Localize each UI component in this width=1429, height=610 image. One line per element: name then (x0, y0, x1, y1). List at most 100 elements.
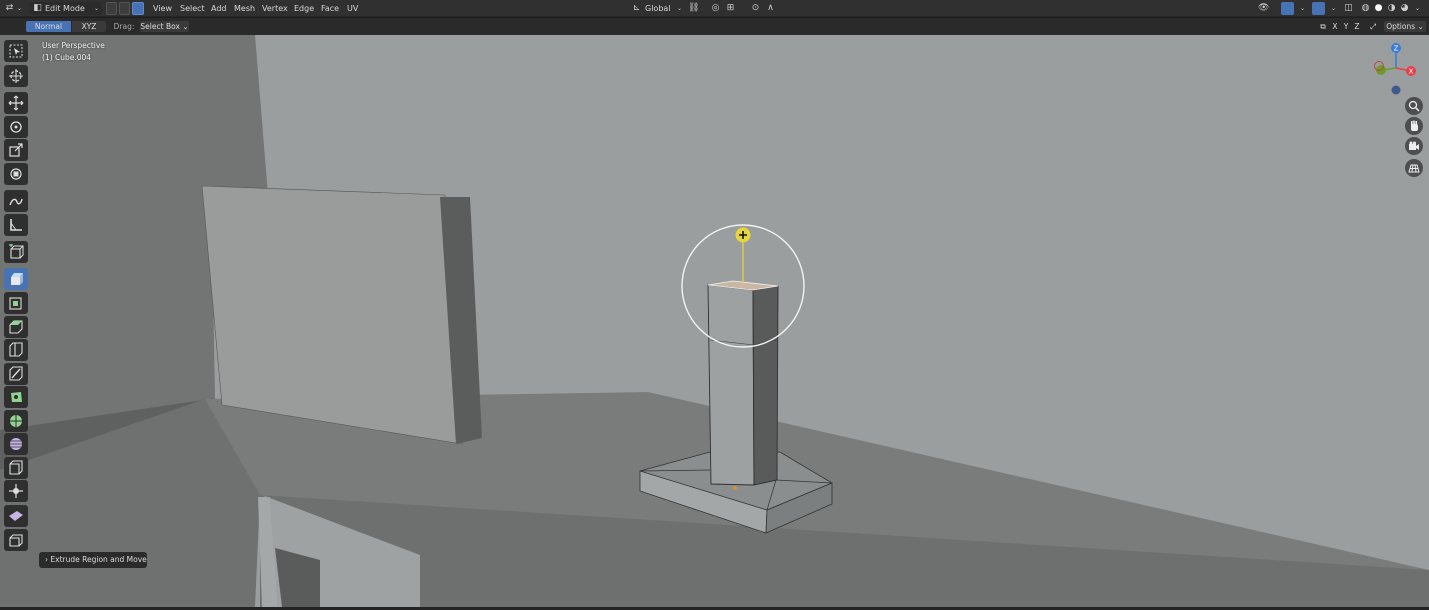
menu-view[interactable]: View (153, 0, 172, 17)
visibility-icon[interactable]: 👁 (1258, 3, 1269, 14)
menu-add[interactable]: Add (211, 0, 227, 17)
tool-settings-bar: Normal XYZ Drag: Select Box ⌄ ⧉ X Y Z ⤢ … (0, 18, 1429, 35)
chevron-down-icon: ⌄ (676, 5, 683, 12)
snap-target-icon[interactable]: ⊞ (725, 3, 736, 14)
hand-icon (1411, 120, 1418, 131)
falloff-icon[interactable]: ∧ (765, 3, 776, 14)
drag-value: Select Box (140, 22, 180, 31)
pivot-icon[interactable]: ⛓ (688, 3, 699, 14)
orientation-xyz-button[interactable]: XYZ (72, 21, 106, 32)
material-shading-icon[interactable]: ◑ (1386, 3, 1397, 14)
orientation-dropdown[interactable]: Global (645, 0, 671, 17)
scale-tool[interactable] (4, 139, 28, 161)
last-operator-panel[interactable]: › Extrude Region and Move (39, 552, 147, 568)
vertex-select-button[interactable] (106, 2, 117, 15)
origin-point (733, 486, 737, 490)
cursor-tool[interactable] (4, 65, 28, 87)
mirror-icon: ⧉ (1320, 22, 1326, 31)
select-box-tool[interactable] (4, 40, 28, 62)
mode-dropdown[interactable]: ◧ Edit Mode ⌄ (29, 2, 102, 15)
axis-y-toggle[interactable]: Y (1341, 21, 1351, 32)
smooth-tool[interactable] (4, 433, 28, 455)
column-side (752, 285, 779, 486)
extrude-region-tool[interactable] (4, 268, 28, 290)
chevron-down-icon: ⌄ (1299, 5, 1306, 12)
inset-icon (9, 297, 22, 310)
edit-mode-icon: ◧ (33, 3, 42, 13)
edge-slide-icon (9, 460, 23, 475)
rip-region-tool[interactable] (4, 529, 28, 551)
chevron-down-icon: ⌄ (1414, 5, 1421, 12)
add-cube-icon (9, 244, 24, 259)
overlay-toggle-button[interactable] (1312, 2, 1325, 15)
edge-select-button[interactable] (119, 2, 130, 15)
pan-button[interactable] (1405, 117, 1423, 135)
wireframe-shading-icon[interactable]: ◍ (1360, 3, 1371, 14)
view-name: User Perspective (42, 41, 105, 50)
poly-build-tool[interactable] (4, 386, 28, 408)
face-select-button[interactable] (132, 2, 144, 15)
move-icon (8, 95, 24, 111)
header-bar: ⇄ ⌄ ◧ Edit Mode ⌄ View Select Add Mesh V… (0, 0, 1429, 17)
gizmo-toggle-button[interactable] (1281, 2, 1294, 15)
spin-icon (10, 415, 22, 427)
object-name: (1) Cube.004 (42, 53, 92, 62)
chevron-down-icon: ⌄ (16, 5, 23, 12)
camera-view-button[interactable] (1405, 137, 1423, 155)
gizmo-z-label: Z (1394, 45, 1399, 53)
loop-cut-icon (9, 342, 23, 357)
orientation-icon: ⊾ (632, 3, 641, 13)
options-label: Options (1386, 22, 1416, 31)
loop-cut-tool[interactable] (4, 339, 28, 361)
menu-face[interactable]: Face (321, 0, 339, 17)
menu-mesh[interactable]: Mesh (234, 0, 255, 17)
drag-dropdown[interactable]: Select Box ⌄ (140, 21, 189, 32)
annotate-tool[interactable] (4, 190, 28, 212)
add-cube-tool[interactable] (4, 241, 28, 263)
drag-label: Drag: (113, 22, 135, 31)
knife-icon (9, 366, 23, 381)
snapping-options-icon[interactable]: ⤢ (1367, 21, 1379, 32)
axis-x-toggle[interactable]: X (1330, 21, 1340, 32)
scene-render: Z X (0, 35, 1429, 607)
solid-shading-icon[interactable]: ● (1373, 3, 1384, 14)
axis-z-toggle[interactable]: Z (1352, 21, 1362, 32)
proportional-edit-icon[interactable]: ⊙ (750, 3, 761, 14)
options-dropdown[interactable]: Options ⌄ (1384, 21, 1426, 32)
shrink-fatten-icon (9, 484, 23, 498)
menu-vertex[interactable]: Vertex (262, 0, 288, 17)
menu-uv[interactable]: UV (347, 0, 358, 17)
3d-viewport[interactable]: Z X User Perspective (1) Cube.004 (0, 35, 1429, 607)
scale-icon (9, 143, 23, 157)
gizmo-neg-z-ball[interactable] (1391, 85, 1401, 95)
measure-tool[interactable] (4, 214, 28, 236)
bevel-icon (9, 320, 23, 334)
last-operator-label: Extrude Region and Move (50, 555, 147, 564)
select-box-icon (9, 44, 23, 58)
spin-tool[interactable] (4, 410, 28, 432)
menu-select[interactable]: Select (180, 0, 205, 17)
shear-tool[interactable] (4, 505, 28, 527)
shear-icon (9, 511, 23, 521)
rendered-shading-icon[interactable]: ◕ (1399, 3, 1410, 14)
chevron-down-icon: ⌄ (179, 22, 189, 31)
snap-icon[interactable]: ◎ (710, 3, 721, 14)
inset-faces-tool[interactable] (4, 292, 28, 314)
bevel-tool[interactable] (4, 316, 28, 338)
shrink-fatten-tool[interactable] (4, 480, 28, 502)
transform-tool[interactable] (4, 163, 28, 185)
rotate-tool[interactable] (4, 116, 28, 138)
orientation-normal-button[interactable]: Normal (26, 21, 71, 32)
edge-slide-tool[interactable] (4, 457, 28, 479)
grid-icon (1408, 164, 1420, 173)
move-tool[interactable] (4, 92, 28, 114)
zoom-button[interactable] (1405, 97, 1423, 115)
knife-tool[interactable] (4, 363, 28, 385)
extrude-icon (11, 273, 23, 285)
annotate-icon (9, 198, 23, 206)
menu-edge[interactable]: Edge (294, 0, 314, 17)
perspective-toggle-button[interactable] (1405, 159, 1423, 177)
xray-icon[interactable]: ◫ (1343, 3, 1354, 14)
camera-icon (1409, 141, 1419, 150)
smooth-icon (10, 438, 22, 450)
